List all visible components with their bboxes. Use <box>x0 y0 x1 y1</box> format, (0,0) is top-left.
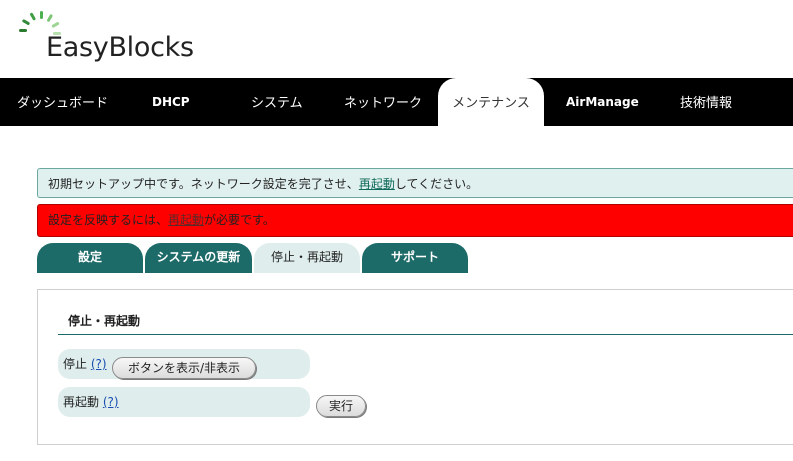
stop-label: 停止 <box>63 357 88 371</box>
setup-notice-text-before: 初期セットアップ中です。ネットワーク設定を完了させ、 <box>48 177 359 191</box>
stop-restart-panel: 停止・再起動 停止 (?) ボタンを表示/非表示 再起動 (?) 実行 <box>37 289 793 445</box>
alert-text-after: が必要です。 <box>204 213 275 227</box>
alert-reboot-link[interactable]: 再起動 <box>168 213 204 227</box>
tab-stop-restart[interactable]: 停止・再起動 <box>254 243 360 273</box>
nav-item-dhcp[interactable]: DHCP <box>152 78 190 126</box>
logo-text: EasyBlocks <box>46 32 194 63</box>
stop-help-link[interactable]: (?) <box>91 357 107 371</box>
tab-support[interactable]: サポート <box>362 243 468 273</box>
reboot-required-alert: 設定を反映するには、再起動が必要です。 <box>37 204 793 237</box>
nav-item-tech-info[interactable]: 技術情報 <box>680 78 732 126</box>
panel-divider <box>58 334 793 335</box>
nav-item-maintenance[interactable]: メンテナンス <box>438 78 544 126</box>
restart-execute-button[interactable]: 実行 <box>316 395 366 417</box>
nav-item-system[interactable]: システム <box>251 78 303 126</box>
restart-label: 再起動 <box>63 395 100 409</box>
restart-row: 再起動 (?) <box>58 387 310 417</box>
restart-help-link[interactable]: (?) <box>103 395 119 409</box>
nav-item-network[interactable]: ネットワーク <box>344 78 422 126</box>
tab-system-update[interactable]: システムの更新 <box>145 243 252 273</box>
toggle-stop-button[interactable]: ボタンを表示/非表示 <box>112 357 256 379</box>
nav-item-dashboard[interactable]: ダッシュボード <box>17 78 108 126</box>
logo: EasyBlocks <box>18 10 218 65</box>
tab-settings[interactable]: 設定 <box>37 243 143 273</box>
setup-notice-reboot-link[interactable]: 再起動 <box>359 177 395 191</box>
alert-text-before: 設定を反映するには、 <box>48 213 169 227</box>
nav-item-airmanage[interactable]: AirManage <box>566 78 639 126</box>
panel-title: 停止・再起動 <box>68 314 141 328</box>
setup-notice: 初期セットアップ中です。ネットワーク設定を完了させ、再起動してください。 <box>37 168 793 198</box>
main-navbar: ダッシュボード DHCP システム ネットワーク メンテナンス AirManag… <box>0 78 793 126</box>
setup-notice-text-after: してください。 <box>394 177 479 191</box>
